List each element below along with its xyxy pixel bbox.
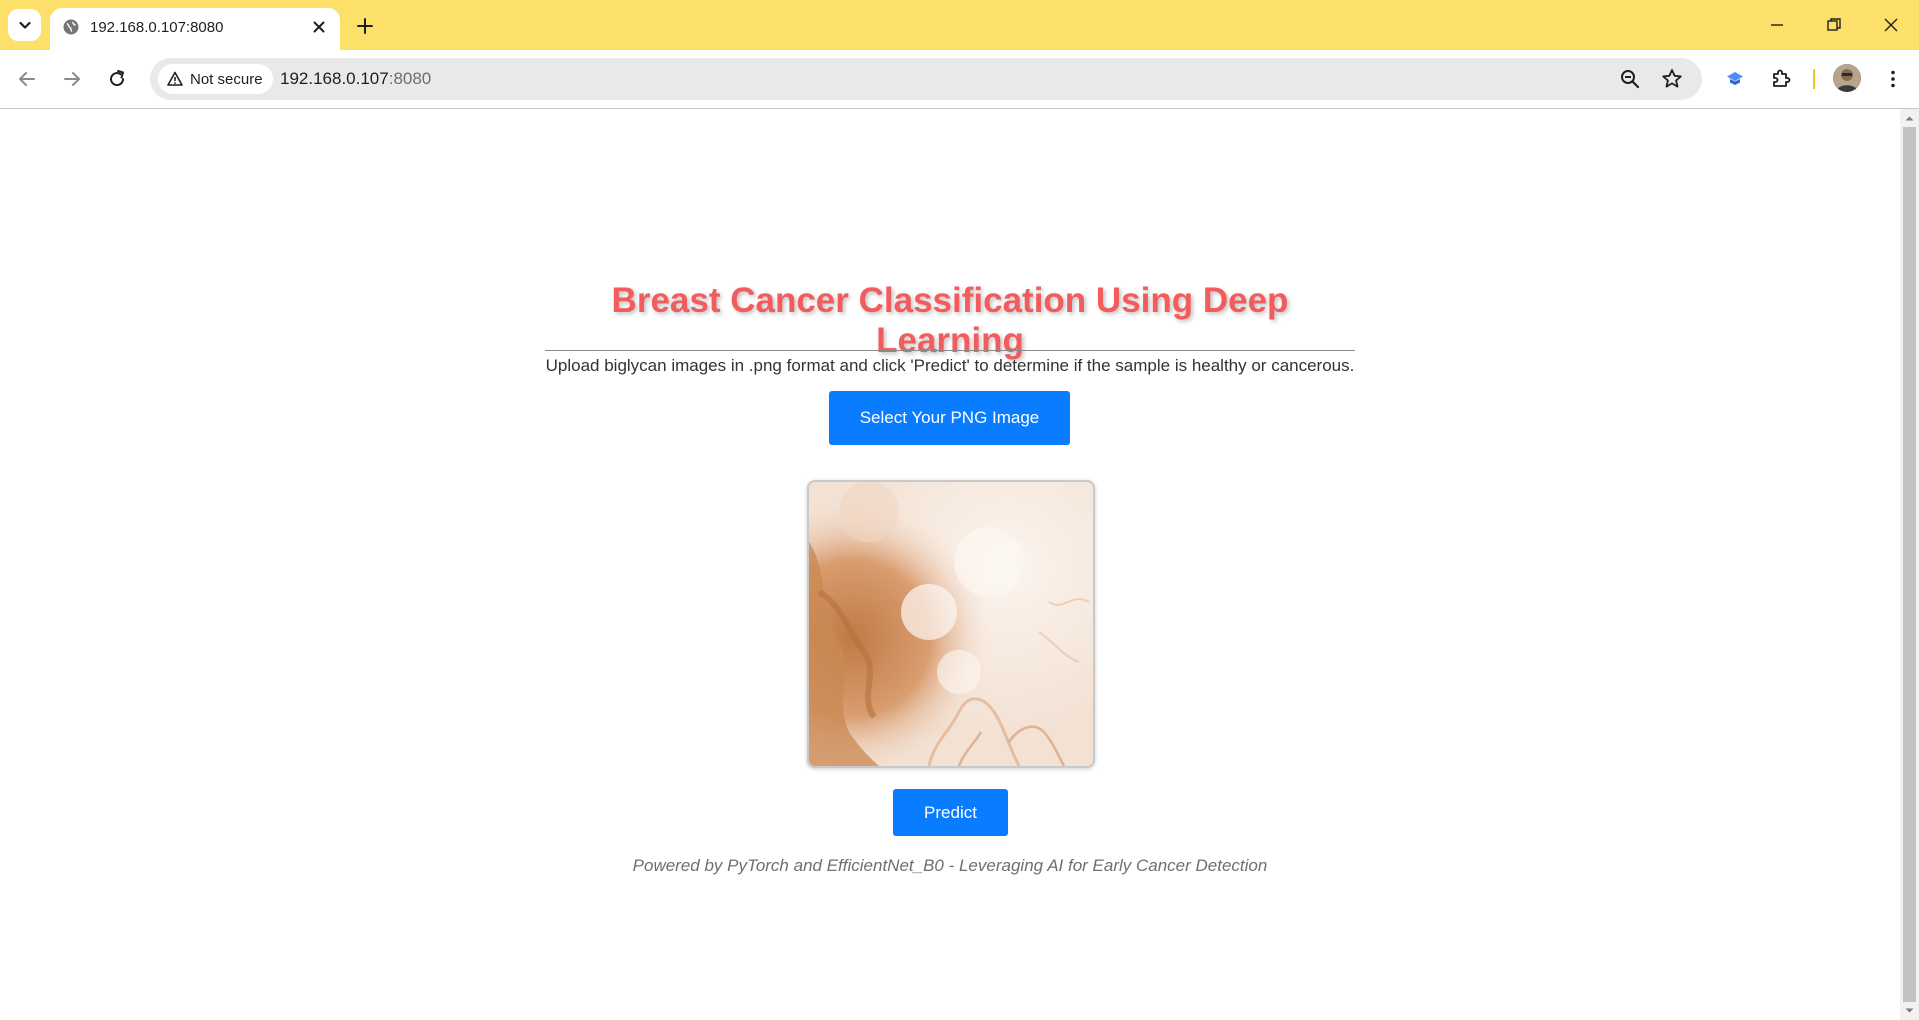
page-description: Upload biglycan images in .png format an… xyxy=(545,356,1355,375)
browser-toolbar: Not secure 192.168.0.107:8080 xyxy=(0,50,1919,109)
extension-shield-icon[interactable] xyxy=(1722,66,1748,92)
globe-icon xyxy=(63,19,79,35)
tissue-image xyxy=(809,482,1093,766)
reload-icon[interactable] xyxy=(104,66,130,92)
url-text[interactable]: 192.168.0.107:8080 xyxy=(280,69,431,89)
window-close-icon[interactable] xyxy=(1878,12,1904,38)
star-icon[interactable] xyxy=(1660,67,1684,91)
url-host: 192.168.0.107 xyxy=(280,69,389,88)
plus-icon[interactable] xyxy=(352,13,378,39)
page-scrollbar[interactable] xyxy=(1900,109,1919,1020)
page-title: Breast Cancer Classification Using Deep … xyxy=(611,281,1289,360)
security-label: Not secure xyxy=(190,70,263,88)
address-bar[interactable]: Not secure 192.168.0.107:8080 xyxy=(150,58,1702,100)
security-chip[interactable]: Not secure xyxy=(158,64,273,94)
avatar[interactable] xyxy=(1833,64,1861,92)
scrollbar-thumb[interactable] xyxy=(1903,127,1916,1002)
scroll-down-icon[interactable] xyxy=(1904,1005,1915,1016)
warning-icon xyxy=(167,71,183,86)
chevron-down-icon xyxy=(18,21,31,29)
tab-title: 192.168.0.107:8080 xyxy=(90,19,224,36)
tab-active[interactable]: 192.168.0.107:8080 xyxy=(50,8,340,50)
select-image-button[interactable]: Select Your PNG Image xyxy=(829,391,1070,445)
arrow-right-icon[interactable] xyxy=(59,66,85,92)
zoom-out-icon[interactable] xyxy=(1618,67,1642,91)
browser-window: 192.168.0.107:8080 Not secure 192.168.0.… xyxy=(0,0,1919,1020)
image-preview xyxy=(807,480,1095,768)
predict-button[interactable]: Predict xyxy=(893,789,1008,836)
url-port: :8080 xyxy=(388,69,432,88)
scroll-up-icon[interactable] xyxy=(1904,113,1915,124)
footer-note: Powered by PyTorch and EfficientNet_B0 -… xyxy=(632,856,1268,875)
heading-divider xyxy=(545,350,1355,351)
page-viewport: Breast Cancer Classification Using Deep … xyxy=(0,109,1900,1020)
arrow-left-icon[interactable] xyxy=(14,66,40,92)
kebab-icon[interactable] xyxy=(1880,66,1906,92)
minimize-icon[interactable] xyxy=(1764,12,1790,38)
puzzle-icon[interactable] xyxy=(1768,66,1794,92)
profile-picture-icon xyxy=(1833,64,1861,92)
tab-search-button[interactable] xyxy=(8,9,41,41)
tab-strip: 192.168.0.107:8080 xyxy=(0,0,1919,50)
restore-icon[interactable] xyxy=(1821,12,1847,38)
close-icon[interactable] xyxy=(310,18,328,36)
toolbar-divider xyxy=(1813,69,1815,89)
